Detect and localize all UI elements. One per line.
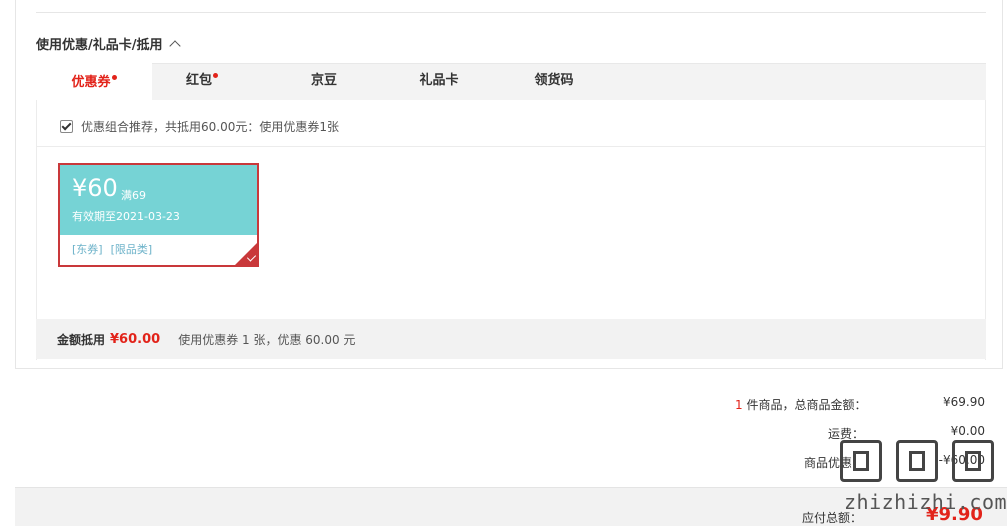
- tab-red-packet[interactable]: 红包: [144, 63, 260, 101]
- coupon-card[interactable]: ¥60 满69 有效期至2021-03-23 [东券] [限品类]: [58, 163, 259, 267]
- tab-label: 红包: [185, 73, 212, 88]
- summary-label: 金额抵用: [57, 332, 106, 347]
- items-count: 1: [735, 398, 743, 412]
- discount-label: 商品优惠：: [804, 456, 865, 470]
- discount-value: -¥60.00: [938, 453, 985, 467]
- coupon-tags: [东券] [限品类]: [72, 241, 160, 257]
- discount-tabs: 优惠券 红包 京豆 礼品卡 领货码: [36, 63, 986, 101]
- tab-gift-card[interactable]: 礼品卡: [381, 63, 497, 101]
- tab-label: 京豆: [310, 73, 337, 88]
- tab-jingdou[interactable]: 京豆: [266, 63, 382, 101]
- coupon-tag: [东券]: [72, 243, 103, 256]
- notification-dot-icon: [213, 73, 218, 78]
- section-title: 使用优惠/礼品卡/抵用: [36, 38, 163, 53]
- discount-summary: 金额抵用 ¥60.00 使用优惠券 1 张，优惠 60.00 元: [36, 319, 986, 359]
- discount-section-toggle[interactable]: 使用优惠/礼品卡/抵用: [36, 34, 181, 53]
- recommend-checkbox[interactable]: [60, 120, 73, 133]
- checkout-page: 使用优惠/礼品卡/抵用 优惠券 红包 京豆 礼品卡 领货码 优惠组合推荐，共抵用…: [0, 0, 1007, 526]
- coupon-tag: [限品类]: [110, 243, 153, 256]
- divider: [37, 146, 985, 147]
- coupon-condition: 满69: [121, 189, 146, 202]
- tab-label: 优惠券: [71, 75, 111, 90]
- tab-label: 领货码: [534, 73, 574, 88]
- notification-dot-icon: [111, 75, 117, 80]
- items-label: 件商品，总商品金额：: [742, 398, 867, 412]
- tab-coupon[interactable]: 优惠券: [36, 63, 152, 101]
- shipping-label: 运费：: [828, 427, 865, 441]
- tab-redeem-code[interactable]: 领货码: [496, 63, 612, 101]
- coupon-validity: 有效期至2021-03-23: [72, 210, 180, 223]
- payable-label: 应付总额：: [802, 511, 863, 525]
- divider: [36, 12, 986, 13]
- payable-amount: ¥9.90: [926, 504, 983, 525]
- shipping-value: ¥0.00: [950, 424, 985, 438]
- coupon-amount: ¥60: [72, 174, 118, 202]
- summary-desc: 使用优惠券 1 张，优惠 60.00 元: [178, 332, 356, 347]
- chevron-up-icon: [168, 39, 181, 52]
- items-total-value: ¥69.90: [943, 395, 985, 409]
- recommend-text: 优惠组合推荐，共抵用60.00元：使用优惠券1张: [81, 120, 339, 134]
- tab-label: 礼品卡: [419, 73, 459, 88]
- summary-amount: ¥60.00: [110, 331, 161, 347]
- recommend-option[interactable]: 优惠组合推荐，共抵用60.00元：使用优惠券1张: [60, 118, 339, 135]
- items-total-label: 1 件商品，总商品金额：: [735, 396, 866, 413]
- coupon-header: ¥60 满69 有效期至2021-03-23: [60, 165, 257, 235]
